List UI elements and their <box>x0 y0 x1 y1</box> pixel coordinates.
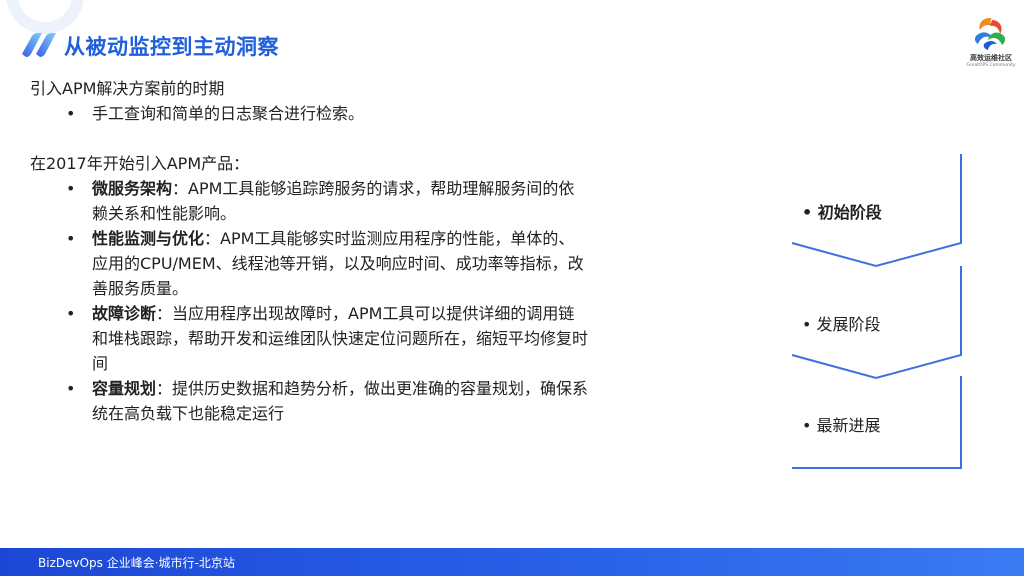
stage-label-development: • 发展阶段 <box>802 315 881 334</box>
apm-item-term: 性能监测与优化 <box>92 229 205 248</box>
apm-item-line: ：当应用程序出现故障时，APM工具可以提供详细的调用链 <box>156 304 575 323</box>
apm-item-term: 故障诊断 <box>92 304 157 323</box>
pre-apm-bullet-text: 手工查询和简单的日志聚合进行检索。 <box>92 104 365 123</box>
stage-initial: • 初始阶段 <box>791 154 962 268</box>
slide-content: 引入APM解决方案前的时期 • 手工查询和简单的日志聚合进行检索。 在2017年… <box>30 76 710 426</box>
apm-item-line: ：APM工具能够追踪跨服务的请求，帮助理解服务间的依 <box>172 179 575 198</box>
community-logo-name: 高效运维社区 <box>970 54 1012 62</box>
apm-item-term: 容量规划 <box>92 379 157 398</box>
slide-title: 从被动监控到主动洞察 <box>64 35 279 59</box>
apm-item-line: 赖关系和性能影响。 <box>92 204 237 223</box>
apm-item-microservices: • 微服务架构：APM工具能够追踪跨服务的请求，帮助理解服务间的依 赖关系和性能… <box>30 176 710 226</box>
apm-item-line: 和堆栈跟踪，帮助开发和运维团队快速定位问题所在，缩短平均修复时 <box>92 329 589 348</box>
apm-item-line: 善服务质量。 <box>92 279 189 298</box>
stage-development: • 发展阶段 <box>791 266 962 380</box>
title-logo-mark <box>22 33 56 57</box>
apm-item-capacity: • 容量规划：提供历史数据和趋势分析，做出更准确的容量规划，确保系 统在高负载下… <box>30 376 710 426</box>
bullet-dot: • <box>66 304 76 323</box>
pre-apm-bullet: • 手工查询和简单的日志聚合进行检索。 <box>30 101 710 126</box>
apm-item-line: ：APM工具能够实时监测应用程序的性能，单体的、 <box>204 229 575 248</box>
apm-item-line: 统在高负载下也能稳定运行 <box>92 404 285 423</box>
stage-label-latest: • 最新进展 <box>802 416 881 435</box>
community-logo-subtitle: GreatOPS Community <box>966 63 1016 68</box>
apm-item-line: ：提供历史数据和趋势分析，做出更准确的容量规划，确保系 <box>156 379 589 398</box>
apm-item-line: 应用的CPU/MEM、线程池等开销，以及响应时间、成功率等指标，改 <box>92 254 584 273</box>
bullet-dot: • <box>66 179 76 198</box>
decorative-ring <box>6 0 84 34</box>
apm-item-line: 间 <box>92 354 109 373</box>
footer-bar: BizDevOps 企业峰会·城市行-北京站 <box>0 548 1024 576</box>
apm-item-performance: • 性能监测与优化：APM工具能够实时监测应用程序的性能，单体的、 应用的CPU… <box>30 226 710 301</box>
bullet-dot: • <box>66 104 76 123</box>
apm-heading: 在2017年开始引入APM产品： <box>30 154 250 173</box>
bullet-dot: • <box>66 379 76 398</box>
pre-apm-heading: 引入APM解决方案前的时期 <box>30 79 225 98</box>
apm-item-term: 微服务架构 <box>92 179 173 198</box>
apm-item-diagnosis: • 故障诊断：当应用程序出现故障时，APM工具可以提供详细的调用链 和堆栈跟踪，… <box>30 301 710 376</box>
bullet-dot: • <box>66 229 76 248</box>
footer-text: BizDevOps 企业峰会·城市行-北京站 <box>38 556 235 570</box>
stage-label-initial: • 初始阶段 <box>802 203 882 222</box>
stage-latest: • 最新进展 <box>792 376 962 470</box>
